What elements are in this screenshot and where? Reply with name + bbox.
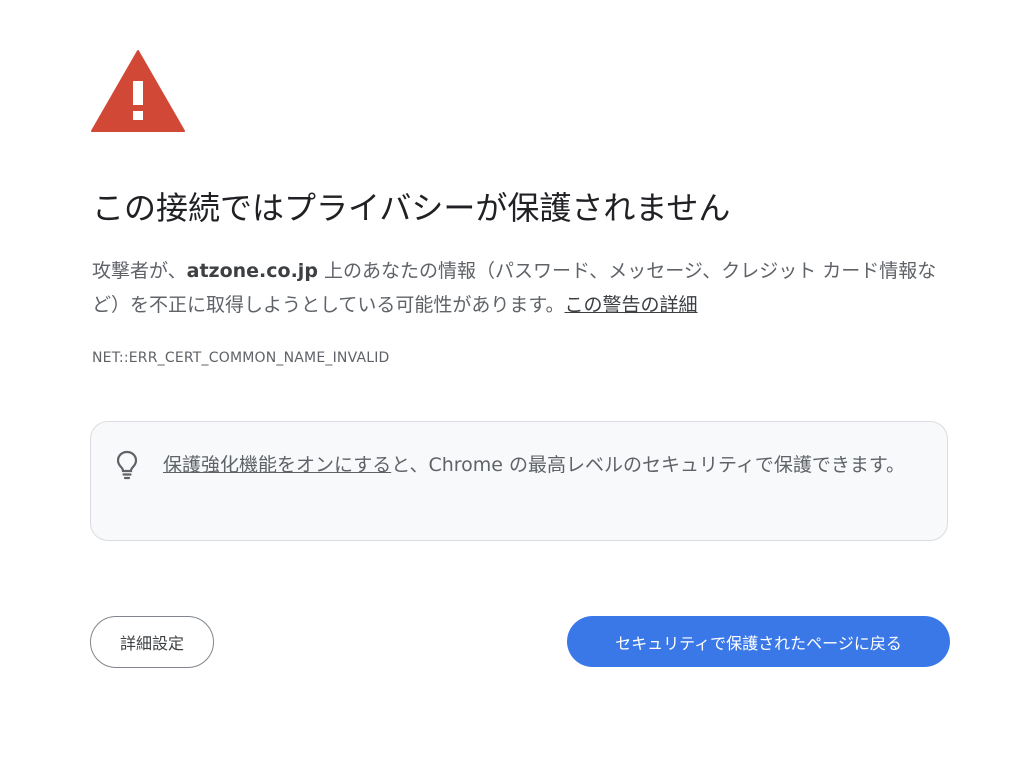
enhanced-protection-text: と、Chrome の最高レベルのセキュリティで保護できます。	[391, 454, 905, 476]
lightbulb-icon	[116, 450, 138, 480]
error-code: NET::ERR_CERT_COMMON_NAME_INVALID	[92, 350, 390, 366]
enhanced-protection-link[interactable]: 保護強化機能をオンにする	[163, 454, 391, 476]
back-to-safety-button[interactable]: セキュリティで保護されたページに戻る	[567, 616, 950, 667]
domain-name: atzone.co.jp	[186, 260, 318, 282]
explanation-prefix: 攻撃者が、	[92, 260, 187, 282]
enhanced-protection-message: 保護強化機能をオンにすると、Chrome の最高レベルのセキュリティで保護できま…	[163, 448, 923, 482]
warning-triangle-icon	[91, 50, 185, 132]
advanced-button[interactable]: 詳細設定	[90, 616, 214, 668]
enhanced-protection-box: 保護強化機能をオンにすると、Chrome の最高レベルのセキュリティで保護できま…	[90, 421, 948, 541]
main-message: 攻撃者が、atzone.co.jp 上のあなたの情報（パスワード、メッセージ、ク…	[92, 254, 952, 322]
interstitial-page: この接続ではプライバシーが保護されません 攻撃者が、atzone.co.jp 上…	[0, 0, 1024, 763]
learn-more-link[interactable]: この警告の詳細	[565, 294, 698, 316]
page-title: この接続ではプライバシーが保護されません	[92, 189, 731, 227]
